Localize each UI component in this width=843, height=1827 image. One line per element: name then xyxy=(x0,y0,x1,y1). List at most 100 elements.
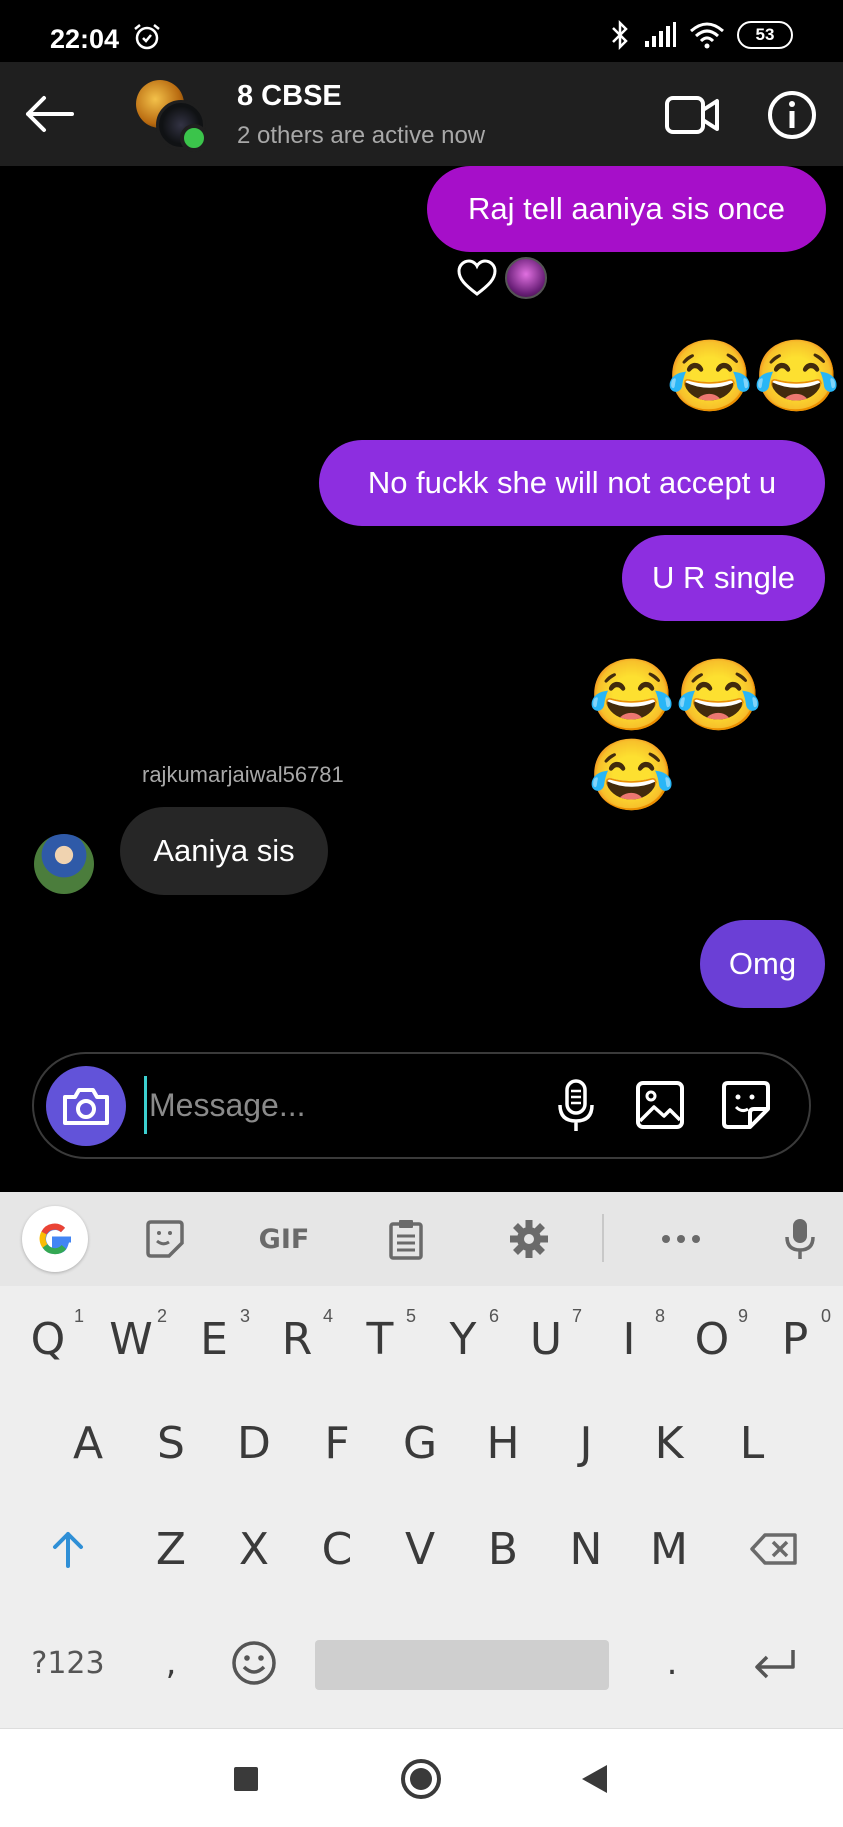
key-i[interactable]: I8 xyxy=(589,1304,669,1374)
clipboard-icon xyxy=(389,1220,423,1260)
key-h[interactable]: H xyxy=(463,1408,543,1478)
sticker-icon[interactable] xyxy=(720,1079,772,1131)
back-arrow-icon[interactable] xyxy=(20,88,78,140)
chat-header: 8 CBSE 2 others are active now xyxy=(0,62,843,166)
key-x[interactable]: X xyxy=(214,1514,294,1584)
message-composer xyxy=(32,1052,811,1159)
gif-button[interactable]: GIF xyxy=(252,1192,316,1286)
sender-avatar[interactable] xyxy=(34,834,94,894)
backspace-icon xyxy=(750,1533,797,1565)
key-n[interactable]: N xyxy=(546,1514,626,1584)
more-dots-icon xyxy=(662,1235,700,1243)
key-p[interactable]: P0 xyxy=(755,1304,835,1374)
key-r[interactable]: R4 xyxy=(257,1304,337,1374)
gallery-icon[interactable] xyxy=(634,1079,686,1131)
key-q[interactable]: Q1 xyxy=(8,1304,88,1374)
signal-icon xyxy=(645,22,676,47)
key-b[interactable]: B xyxy=(463,1514,543,1584)
key-j[interactable]: J xyxy=(546,1408,626,1478)
system-nav-bar xyxy=(0,1728,843,1827)
backspace-key[interactable] xyxy=(734,1514,814,1584)
info-icon[interactable] xyxy=(766,89,818,141)
key-s[interactable]: S xyxy=(131,1408,211,1478)
message-bubble-received[interactable]: Aaniya sis xyxy=(120,807,328,895)
bluetooth-icon xyxy=(612,20,628,50)
message-reactions[interactable] xyxy=(455,256,547,300)
back-button[interactable] xyxy=(570,1755,618,1803)
home-circle-icon xyxy=(401,1759,441,1799)
message-bubble-sent[interactable]: U R single xyxy=(622,535,825,621)
alarm-icon xyxy=(134,24,160,50)
key-u[interactable]: U7 xyxy=(506,1304,586,1374)
toolbar-divider xyxy=(602,1214,604,1262)
clipboard-button[interactable] xyxy=(384,1192,428,1286)
message-bubble-sent[interactable]: No fuckk she will not accept u xyxy=(319,440,825,526)
keyboard-toolbar: GIF xyxy=(0,1192,843,1286)
status-icons: 53 xyxy=(609,20,793,50)
key-l[interactable]: L xyxy=(712,1408,792,1478)
key-v[interactable]: V xyxy=(380,1514,460,1584)
emoji-smiley-icon xyxy=(232,1641,276,1685)
key-e[interactable]: E3 xyxy=(174,1304,254,1374)
key-f[interactable]: F xyxy=(297,1408,377,1478)
shift-arrow-icon xyxy=(53,1532,83,1568)
battery-level: 53 xyxy=(755,25,775,44)
key-o[interactable]: O9 xyxy=(672,1304,752,1374)
message-input[interactable] xyxy=(144,1076,564,1134)
key-y[interactable]: Y6 xyxy=(423,1304,503,1374)
key-g[interactable]: G xyxy=(380,1408,460,1478)
voice-input-button[interactable] xyxy=(780,1192,820,1286)
key-m[interactable]: M xyxy=(629,1514,709,1584)
enter-key[interactable] xyxy=(734,1628,814,1698)
message-bubble-sent[interactable]: Raj tell aaniya sis once xyxy=(427,166,826,252)
microphone-icon[interactable] xyxy=(550,1078,602,1134)
more-options-button[interactable] xyxy=(656,1192,706,1286)
key-w[interactable]: W2 xyxy=(91,1304,171,1374)
camera-button[interactable] xyxy=(46,1066,126,1146)
message-text: No fuckk she will not accept u xyxy=(367,465,777,500)
square-icon xyxy=(234,1767,258,1791)
key-a[interactable]: A xyxy=(48,1408,128,1478)
sticker-icon xyxy=(146,1220,184,1258)
google-search-button[interactable] xyxy=(22,1206,88,1272)
shift-key[interactable] xyxy=(28,1514,108,1584)
comma-key[interactable]: , xyxy=(131,1628,211,1698)
enter-arrow-icon xyxy=(755,1650,795,1679)
heart-icon xyxy=(457,259,497,296)
battery-indicator: 53 xyxy=(737,21,793,49)
emoji-text: 😂😂 xyxy=(666,337,841,415)
chat-title[interactable]: 8 CBSE xyxy=(237,80,342,113)
symbols-key[interactable]: ?123 xyxy=(18,1628,118,1698)
message-text: U R single xyxy=(652,560,795,595)
microphone-icon xyxy=(785,1219,815,1259)
wifi-icon xyxy=(690,22,724,49)
sticker-keyboard-button[interactable] xyxy=(140,1192,190,1286)
period-key[interactable]: . xyxy=(632,1628,712,1698)
emoji-key[interactable] xyxy=(214,1628,294,1698)
key-c[interactable]: C xyxy=(297,1514,377,1584)
space-key[interactable] xyxy=(315,1640,609,1690)
sender-username: rajkumarjaiwal56781 xyxy=(142,762,344,787)
key-d[interactable]: D xyxy=(214,1408,294,1478)
keyboard: Q1 W2 E3 R4 T5 Y6 U7 I8 O9 P0 A S D F G … xyxy=(0,1286,843,1728)
video-call-icon[interactable] xyxy=(664,90,720,140)
settings-button[interactable] xyxy=(506,1192,552,1286)
key-t[interactable]: T5 xyxy=(340,1304,420,1374)
status-time: 22:04 xyxy=(50,24,120,54)
status-bar: 22:04 53 xyxy=(0,0,843,62)
emoji-message[interactable]: 😂😂😂 xyxy=(588,655,843,815)
recents-button[interactable] xyxy=(222,1755,270,1803)
emoji-message[interactable]: 😂😂 xyxy=(666,336,840,416)
key-k[interactable]: K xyxy=(629,1408,709,1478)
message-text: Aaniya sis xyxy=(153,833,295,868)
google-icon xyxy=(39,1223,71,1255)
message-bubble-sent[interactable]: Omg xyxy=(700,920,825,1008)
emoji-text: 😂😂😂 xyxy=(588,656,763,814)
message-text: Raj tell aaniya sis once xyxy=(467,191,786,226)
home-button[interactable] xyxy=(397,1755,445,1803)
key-z[interactable]: Z xyxy=(131,1514,211,1584)
reactor-avatar xyxy=(505,257,547,299)
group-avatar[interactable] xyxy=(136,80,208,152)
active-status: 2 others are active now xyxy=(237,122,486,149)
online-indicator xyxy=(180,124,208,152)
